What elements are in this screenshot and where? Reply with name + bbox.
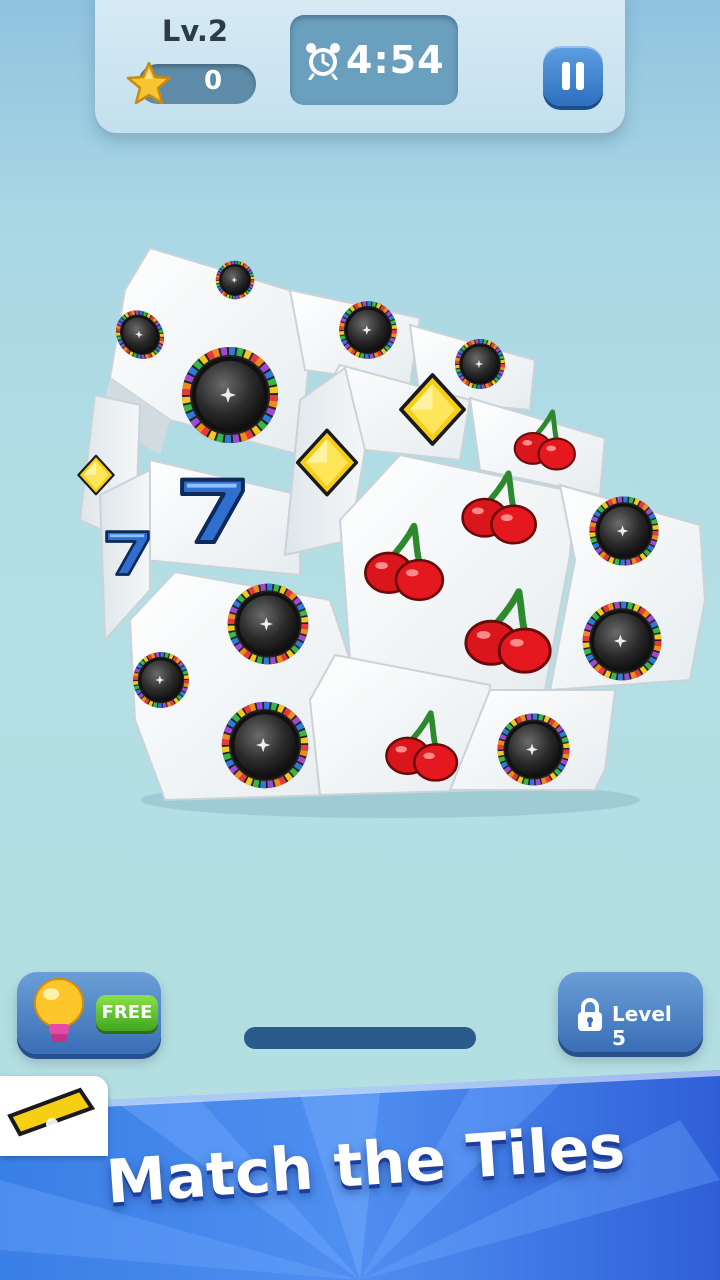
tile-preview [0,1076,108,1156]
tile-block[interactable] [548,483,707,692]
lock-icon [578,998,602,1031]
tile-tray [244,1027,476,1049]
tile-block[interactable] [338,453,577,691]
diamond-tile-icon [7,1087,96,1137]
free-badge: FREE [96,995,158,1031]
light-bulb-icon [34,978,84,1042]
locked-level-label: Level 5 [612,1002,672,1050]
